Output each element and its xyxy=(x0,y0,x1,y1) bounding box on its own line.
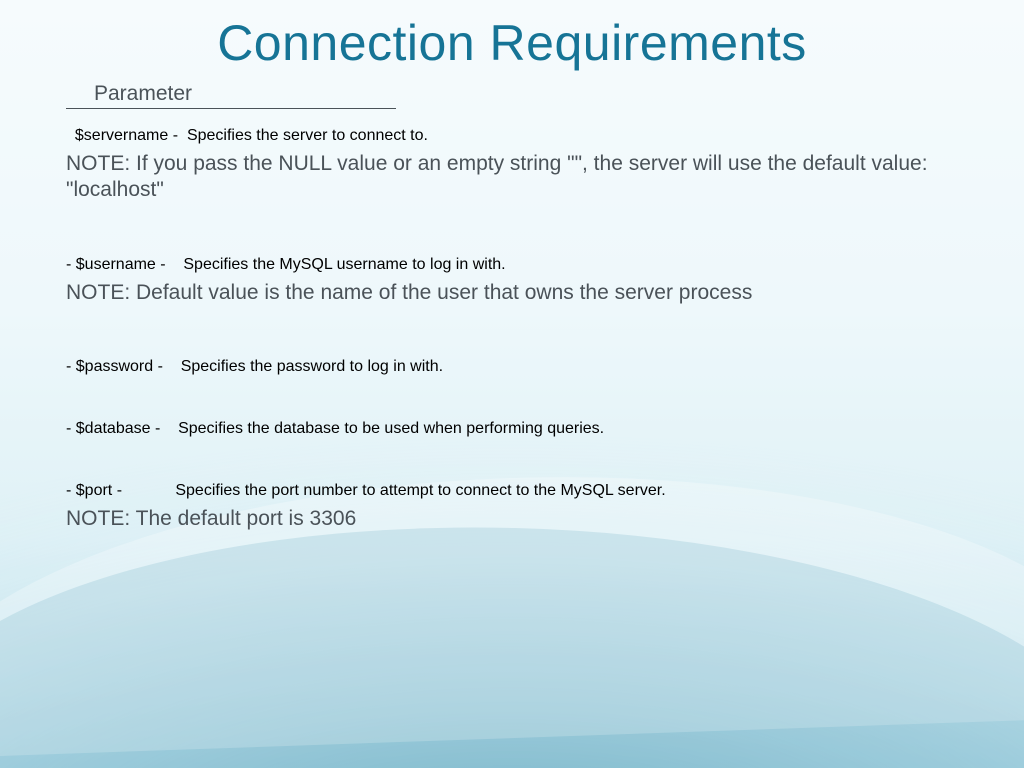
param-name: - $username - xyxy=(66,256,183,274)
param-desc: Specifies the MySQL username to log in w… xyxy=(183,256,505,274)
slide: Connection Requirements Parameter $serve… xyxy=(0,0,1024,768)
param-desc: Specifies the port number to attempt to … xyxy=(175,482,665,500)
param-name: - $database - xyxy=(66,420,178,438)
param-desc: Specifies the database to be used when p… xyxy=(178,420,604,438)
param-name: - $port - xyxy=(66,482,175,500)
param-name: - $password - xyxy=(66,358,181,376)
parameter-header: Parameter xyxy=(66,82,396,109)
list-item: - $database - Specifies the database to … xyxy=(66,420,958,438)
param-name: $servername - xyxy=(66,127,187,145)
param-note: NOTE: Default value is the name of the u… xyxy=(66,280,958,306)
param-note: NOTE: If you pass the NULL value or an e… xyxy=(66,151,958,204)
list-item: - $password - Specifies the password to … xyxy=(66,358,958,376)
list-item: - $port - Specifies the port number to a… xyxy=(66,482,958,500)
list-item: - $username - Specifies the MySQL userna… xyxy=(66,256,958,274)
list-item: $servername - Specifies the server to co… xyxy=(66,127,958,145)
param-desc: Specifies the server to connect to. xyxy=(187,127,428,145)
slide-title: Connection Requirements xyxy=(66,14,958,72)
param-note: NOTE: The default port is 3306 xyxy=(66,506,958,532)
param-desc: Specifies the password to log in with. xyxy=(181,358,443,376)
parameter-list: $servername - Specifies the server to co… xyxy=(66,127,958,532)
